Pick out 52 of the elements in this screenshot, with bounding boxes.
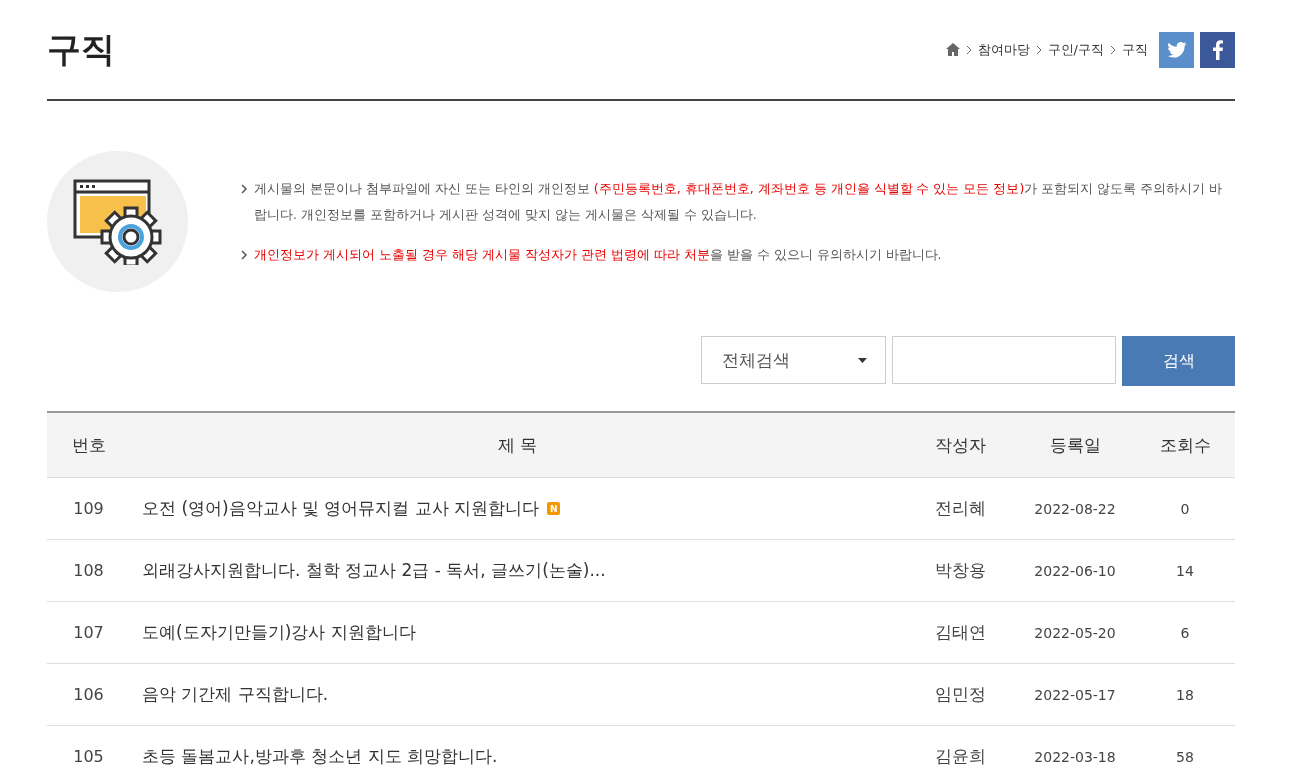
table-cell-text: 105 xyxy=(72,747,105,766)
table-cell-text: 58 xyxy=(1175,748,1195,765)
table-cell-text: 106 xyxy=(72,685,105,704)
caret-icon xyxy=(858,357,867,363)
table-cell-text: 2022-05-20 xyxy=(1033,624,1117,641)
chevron-icon xyxy=(1034,44,1043,55)
table-cell-text: 18 xyxy=(1175,686,1195,703)
table-cell-text: 2022-03-18 xyxy=(1033,748,1117,765)
table-cell-text: 임민정 xyxy=(933,683,987,706)
table-cell-text: 14 xyxy=(1175,562,1195,579)
twitter-button[interactable] xyxy=(1159,31,1194,68)
window-gear-icon xyxy=(72,178,163,265)
new-badge: N xyxy=(547,502,561,515)
table-cell-text: 108 xyxy=(72,561,105,580)
breadcrumb-link[interactable]: 구인/구직 xyxy=(1047,40,1104,59)
facebook-button[interactable] xyxy=(1200,31,1235,68)
table-cell-text: 김태연 xyxy=(933,621,987,644)
table-cell-text: 2022-05-17 xyxy=(1033,686,1117,703)
search-scope-dropdown[interactable]: 전체검색 xyxy=(701,336,886,384)
table-cell-text: 김윤희 xyxy=(933,745,987,768)
chevron-icon xyxy=(1109,44,1117,55)
chevron-icon xyxy=(240,249,248,260)
column-header: 등록일 xyxy=(1048,433,1102,457)
column-header: 제 목 xyxy=(496,433,539,457)
letter-f-icon xyxy=(1212,39,1223,60)
breadcrumb-link[interactable]: 구직 xyxy=(1122,40,1148,59)
notice-text: 개인정보가 게시되어 노출될 경우 해당 게시물 작성자가 관련 법령에 따라 처분을 받을 수 있으니 유의하시기 바랍니다. xyxy=(254,245,942,264)
post-title-link[interactable]: 음악 기간제 구직합니다. xyxy=(142,683,329,706)
chevron-icon xyxy=(964,44,973,55)
post-title-link[interactable]: 초등 돌봄교사,방과후 청소년 지도 희망합니다. xyxy=(142,745,498,768)
search-field[interactable] xyxy=(892,336,1116,384)
post-title-link[interactable]: 외래강사지원합니다. 철학 정교사 2급 - 독서, 글쓰기(논술)... xyxy=(142,559,606,582)
table-cell-text: 107 xyxy=(72,623,105,642)
notice-text: 게시물의 본문이나 첨부파일에 자신 또는 타인의 개인정보 (주민등록번호, 휴대폰번호, 계좌번호 등 개인을 식별할 수 있는 모든 정보)가 포함되지 않도록 주의하시기 바랍니다. 개인정보를 포함하거나 게시판 성격에 맞지 않는 게시물은 삭제될 수 있습니다. xyxy=(254,179,1224,224)
breadcrumb-link[interactable]: 참여마당 xyxy=(977,40,1030,59)
table-cell-text: 전리혜 xyxy=(933,497,987,520)
table-cell-text: 6 xyxy=(1179,624,1191,641)
post-title-link[interactable]: 도예(도자기만들기)강사 지원합니다 xyxy=(142,621,416,644)
search-button[interactable]: 검색 xyxy=(1122,336,1235,386)
table-cell-text: 2022-08-22 xyxy=(1033,500,1117,517)
table-cell-text: 2022-06-10 xyxy=(1033,562,1117,579)
column-header: 작성자 xyxy=(933,433,987,457)
table-cell-text: 109 xyxy=(72,499,105,518)
column-header: 조회수 xyxy=(1158,433,1212,457)
post-title-link[interactable]: 오전 (영어)음악교사 및 영어뮤지컬 교사 지원합니다 xyxy=(142,497,540,520)
chevron-icon xyxy=(240,183,248,194)
table-cell-text: 0 xyxy=(1179,500,1191,517)
column-header: 번호 xyxy=(70,433,107,457)
table-cell-text: 박창용 xyxy=(933,559,987,582)
bird-icon xyxy=(1166,41,1187,58)
page-title: 구직 xyxy=(47,27,115,71)
home-icon[interactable] xyxy=(945,43,960,56)
